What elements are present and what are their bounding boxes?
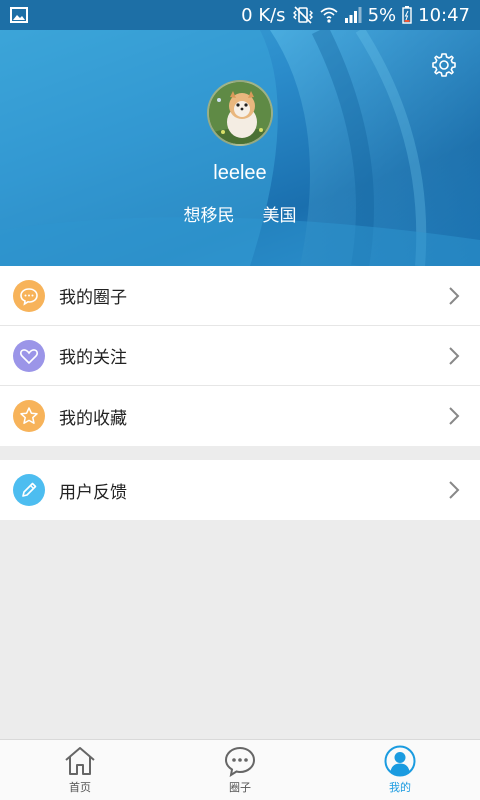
menu-label: 我的收藏 (59, 408, 127, 429)
tab-label: 首页 (69, 781, 91, 794)
heart-icon (13, 339, 45, 372)
star-icon (13, 400, 45, 432)
image-notification-icon (10, 7, 28, 23)
chat-bubble-icon (13, 279, 45, 312)
menu-item-my-circles[interactable]: 我的圈子 (0, 266, 480, 326)
network-speed: 0 K/s (241, 4, 286, 26)
wifi-icon (320, 6, 338, 24)
tab-label: 我的 (389, 781, 411, 794)
profile-tags: 想移民 美国 (0, 201, 480, 226)
tag-country: 美国 (262, 206, 297, 226)
vibrate-mute-icon (292, 6, 314, 24)
user-icon (384, 745, 416, 777)
tab-mine[interactable]: 我的 (320, 740, 480, 800)
chevron-right-icon (449, 346, 460, 365)
menu-group-feedback: 用户反馈 (0, 460, 480, 520)
battery-percent: 5% (367, 4, 397, 26)
avatar[interactable] (207, 80, 273, 146)
menu-item-user-feedback[interactable]: 用户反馈 (0, 460, 480, 520)
status-bar: 0 K/s 5% 10:47 (0, 0, 480, 30)
username: leelee (213, 162, 267, 184)
battery-icon (402, 6, 412, 24)
pencil-icon (13, 474, 45, 506)
menu-item-my-favorites[interactable]: 我的收藏 (0, 386, 480, 446)
clock: 10:47 (418, 4, 470, 26)
gear-icon (432, 53, 456, 77)
chevron-right-icon (449, 286, 460, 305)
home-icon (65, 747, 95, 775)
ocean-wave-background (0, 30, 480, 266)
menu-label: 用户反馈 (59, 482, 127, 503)
settings-button[interactable] (430, 51, 458, 79)
chevron-right-icon (449, 481, 460, 499)
menu-label: 我的关注 (59, 348, 127, 368)
tag-intent: 想移民 (183, 206, 235, 226)
menu-item-my-follows[interactable]: 我的关注 (0, 326, 480, 386)
tab-home[interactable]: 首页 (0, 740, 160, 800)
profile-header: leelee 想移民 美国 (0, 30, 480, 266)
tab-label: 圈子 (229, 781, 251, 794)
chevron-right-icon (449, 407, 460, 425)
menu-label: 我的圈子 (59, 288, 127, 308)
tab-circles[interactable]: 圈子 (160, 740, 320, 800)
menu-group-main: 我的圈子 我的关注 我的收藏 (0, 266, 480, 446)
signal-icon (344, 7, 362, 23)
chat-bubble-icon (224, 746, 256, 777)
bottom-tab-bar: 首页 圈子 我的 (0, 739, 480, 800)
